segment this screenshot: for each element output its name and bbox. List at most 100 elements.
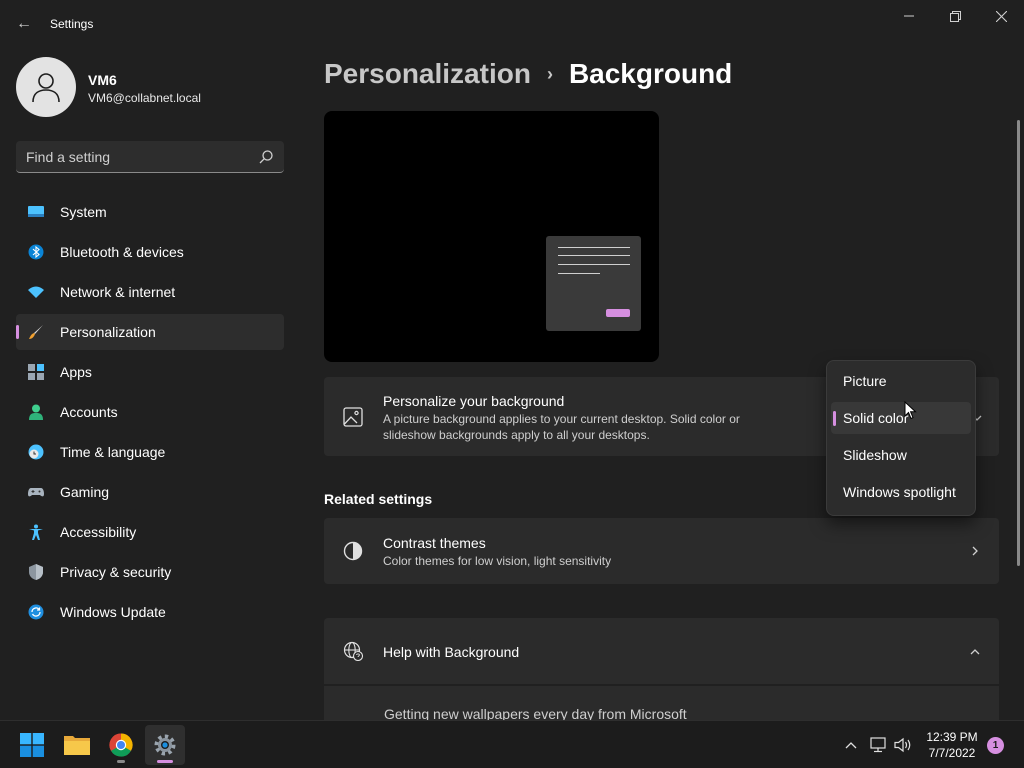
back-button[interactable]: ←: [12, 12, 36, 36]
brush-icon: [29, 325, 43, 339]
clock-globe-icon: [28, 444, 44, 460]
title-bar: ← Settings: [0, 0, 1024, 48]
back-arrow-icon: ←: [16, 15, 32, 32]
avatar[interactable]: [16, 57, 76, 117]
file-explorer-button[interactable]: [57, 725, 97, 765]
sidebar-item-windows-update[interactable]: Windows Update: [16, 594, 284, 630]
wifi-icon: [28, 286, 44, 298]
search-icon[interactable]: [258, 149, 274, 165]
restore-button[interactable]: [932, 0, 978, 32]
mouse-cursor-icon: [904, 401, 917, 420]
minimize-icon: [904, 15, 914, 17]
chevron-up-icon: [845, 742, 857, 749]
sidebar-nav: System Bluetooth & devices Network & int…: [16, 194, 284, 634]
dropdown-option-windows-spotlight[interactable]: Windows spotlight: [831, 476, 971, 508]
globe-help-icon: [343, 641, 363, 661]
file-explorer-icon: [64, 736, 90, 755]
contrast-icon: [343, 541, 363, 561]
sidebar-item-label: Gaming: [60, 484, 110, 500]
settings-taskbar-button[interactable]: [145, 725, 185, 765]
sidebar-item-system[interactable]: System: [16, 194, 284, 230]
window-title: Settings: [50, 17, 94, 31]
sidebar-item-label: Personalization: [60, 324, 156, 340]
accessibility-icon: [29, 524, 43, 540]
start-button[interactable]: [12, 725, 52, 765]
dropdown-option-picture[interactable]: Picture: [831, 365, 971, 397]
sidebar-item-label: Accessibility: [60, 524, 137, 540]
show-hidden-icons-button[interactable]: [839, 733, 863, 757]
sidebar-item-label: Windows Update: [60, 604, 166, 620]
sidebar-item-apps[interactable]: Apps: [16, 354, 284, 390]
sidebar-item-gaming[interactable]: Gaming: [16, 474, 284, 510]
sidebar-item-network[interactable]: Network & internet: [16, 274, 284, 310]
close-button[interactable]: [978, 0, 1024, 32]
sidebar-item-privacy[interactable]: Privacy & security: [16, 554, 284, 590]
start-icon: [20, 733, 44, 757]
help-background-title: Help with Background: [383, 644, 520, 660]
accounts-icon: [29, 404, 43, 420]
volume-icon: [894, 737, 911, 753]
taskbar-clock[interactable]: 12:39 PM 7/7/2022: [918, 729, 986, 761]
minimize-button[interactable]: [886, 0, 932, 32]
search-box[interactable]: [16, 141, 284, 173]
desktop-preview: [324, 111, 659, 362]
option-label: Picture: [843, 373, 887, 389]
gamepad-icon: [28, 488, 44, 497]
sidebar-item-time-language[interactable]: Time & language: [16, 434, 284, 470]
network-tray-button[interactable]: [866, 733, 890, 757]
running-indicator: [157, 760, 173, 763]
bluetooth-icon: [28, 244, 44, 260]
sidebar-item-label: Time & language: [60, 444, 166, 460]
page-title: Background: [568, 58, 733, 89]
breadcrumb-separator-icon: ›: [546, 63, 553, 84]
option-label: Slideshow: [843, 447, 907, 463]
contrast-themes-card[interactable]: Contrast themes Color themes for low vis…: [324, 518, 999, 584]
preview-accent-button: [606, 309, 630, 317]
sidebar-item-label: Bluetooth & devices: [60, 244, 184, 260]
user-email: VM6@collabnet.local: [88, 91, 201, 105]
breadcrumb: Personalization › Background: [324, 58, 732, 90]
picture-icon: [343, 407, 363, 427]
background-type-dropdown[interactable]: Picture Solid color Slideshow Windows sp…: [826, 360, 976, 516]
clock-time: 12:39 PM: [926, 730, 978, 744]
dropdown-option-solid-color[interactable]: Solid color: [831, 402, 971, 434]
search-input[interactable]: [26, 141, 246, 172]
update-icon: [28, 604, 44, 620]
sidebar-item-label: Accounts: [60, 404, 118, 420]
user-name: VM6: [88, 72, 117, 88]
restore-icon: [949, 10, 961, 22]
chrome-button[interactable]: [101, 725, 141, 765]
main-scrollbar[interactable]: [1017, 120, 1020, 566]
notification-badge[interactable]: 1: [987, 737, 1004, 754]
apps-icon: [28, 364, 44, 380]
help-background-card[interactable]: Help with Background: [324, 618, 999, 684]
volume-tray-button[interactable]: [891, 733, 915, 757]
option-label: Solid color: [843, 410, 909, 426]
taskbar: 12:39 PM 7/7/2022 1: [0, 720, 1024, 768]
system-icon: [28, 206, 44, 217]
breadcrumb-parent[interactable]: Personalization: [324, 58, 531, 90]
sidebar-item-label: Privacy & security: [60, 564, 172, 580]
chevron-up-icon[interactable]: [968, 645, 982, 659]
settings-icon: [154, 734, 176, 756]
sidebar-item-label: Apps: [60, 364, 92, 380]
chrome-icon: [109, 733, 133, 757]
shield-icon: [29, 564, 43, 580]
sidebar-item-personalization[interactable]: Personalization: [16, 314, 284, 350]
sidebar-item-accounts[interactable]: Accounts: [16, 394, 284, 430]
contrast-themes-title: Contrast themes: [383, 535, 486, 551]
user-icon: [32, 73, 60, 103]
option-label: Windows spotlight: [843, 484, 956, 500]
network-icon: [870, 737, 886, 753]
sidebar-item-label: Network & internet: [60, 284, 176, 300]
sidebar-item-accessibility[interactable]: Accessibility: [16, 514, 284, 550]
close-icon: [995, 10, 1007, 22]
dropdown-option-slideshow[interactable]: Slideshow: [831, 439, 971, 471]
sidebar-item-bluetooth[interactable]: Bluetooth & devices: [16, 234, 284, 270]
contrast-themes-description: Color themes for low vision, light sensi…: [383, 554, 612, 568]
personalize-background-description: A picture background applies to your cur…: [383, 412, 740, 442]
sidebar-item-label: System: [60, 204, 107, 220]
running-indicator: [117, 760, 125, 763]
chevron-right-icon: [972, 546, 978, 556]
clock-date: 7/7/2022: [928, 746, 976, 760]
